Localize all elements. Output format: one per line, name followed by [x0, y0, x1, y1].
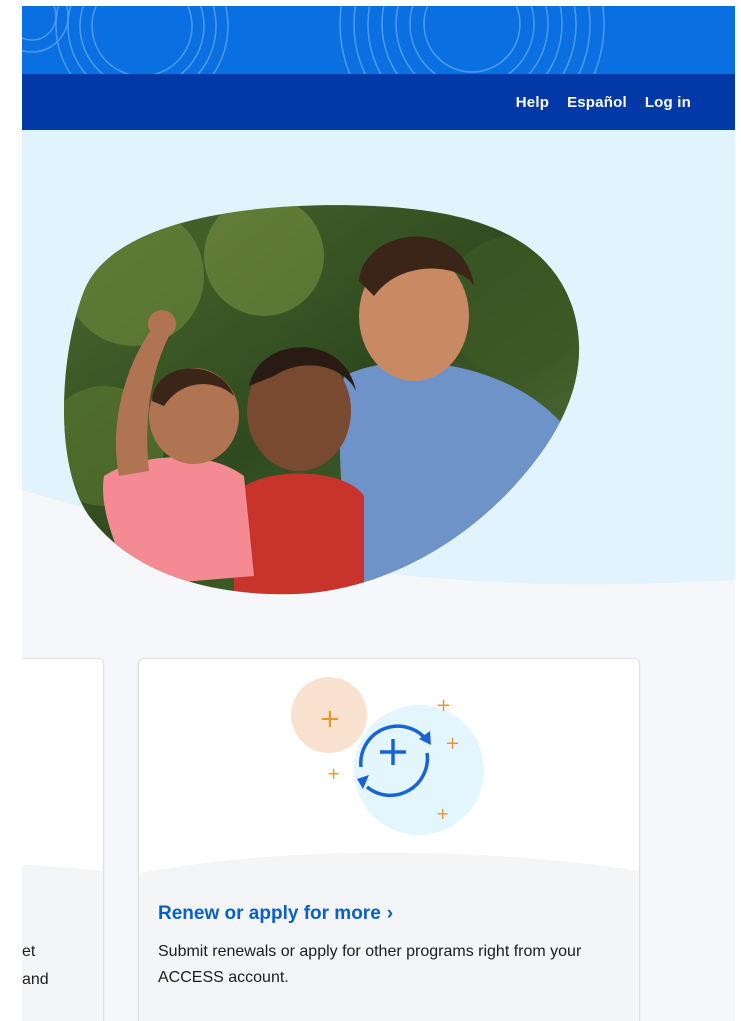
nav-login-link[interactable]: Log in — [645, 94, 691, 111]
decorative-circles — [22, 6, 605, 74]
left-card-line-2: and — [22, 971, 49, 988]
nav-help-link[interactable]: Help — [516, 94, 549, 111]
svg-text:+: + — [436, 804, 449, 823]
left-card-line-1: et — [22, 943, 36, 960]
card-description: Submit renewals or apply for other progr… — [158, 943, 582, 986]
page: Help Español Log in + + + + + Renew or a… — [0, 0, 741, 1021]
svg-text:+: + — [327, 764, 340, 783]
renew-apply-card[interactable]: + + + + + Renew or apply for more › Submi… — [138, 658, 640, 1021]
left-card-partial-text: et and — [22, 938, 49, 994]
renew-cycle-plus-icon: + + + + + — [291, 677, 484, 835]
left-gutter — [0, 0, 22, 1021]
renew-apply-link[interactable]: Renew or apply for more › — [158, 903, 393, 925]
header-decorative-band — [22, 6, 735, 74]
nav-espanol-link[interactable]: Español — [567, 94, 627, 111]
right-gutter — [735, 0, 741, 1021]
chevron-right-icon: › — [386, 903, 394, 924]
svg-text:+: + — [445, 733, 460, 754]
hero-section — [22, 130, 735, 600]
nav-links: Help Español Log in — [516, 74, 691, 130]
main-nav: Help Español Log in — [22, 74, 735, 130]
card-title-text: Renew or apply for more — [158, 903, 381, 924]
svg-text:+: + — [436, 695, 451, 716]
svg-text:+: + — [319, 704, 341, 734]
family-photo — [64, 205, 580, 595]
